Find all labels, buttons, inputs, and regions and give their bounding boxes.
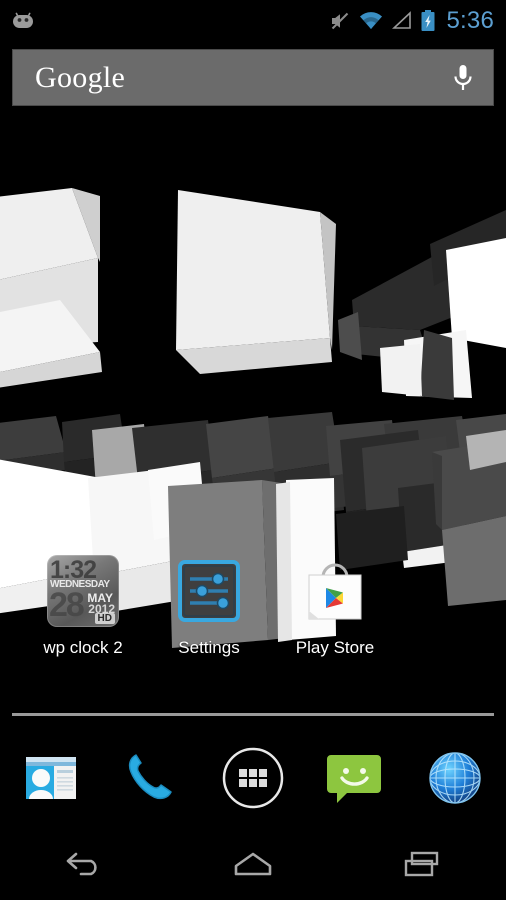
microphone-icon (454, 64, 472, 90)
dock-item-people[interactable] (0, 730, 101, 825)
dock-item-app-drawer[interactable] (202, 730, 303, 825)
navigation-bar (0, 828, 506, 900)
recent-apps-icon (404, 851, 438, 877)
wp-clock-widget-icon[interactable]: 1:32 WEDNESDAY 28 MAY 2012 HD (47, 555, 119, 627)
android-robot-icon (13, 12, 33, 28)
status-bar-system-icons[interactable]: 5:36 (329, 7, 506, 35)
dock-item-phone[interactable] (101, 730, 202, 825)
battery-charging-icon (421, 10, 435, 31)
wp-clock-hd-badge: HD (94, 613, 115, 624)
home-icon (234, 852, 272, 876)
app-label: Play Store (295, 638, 375, 657)
nav-button-recents[interactable] (337, 828, 506, 900)
status-bar-clock: 5:36 (446, 7, 494, 34)
dock-item-browser[interactable] (405, 730, 506, 825)
play-store-bag-icon[interactable] (299, 555, 371, 627)
app-icon-wp-clock-2[interactable]: 1:32 WEDNESDAY 28 MAY 2012 HD wp clock 2 (20, 555, 146, 665)
settings-sliders-icon[interactable] (173, 555, 245, 627)
android-home-screen: 5:36 Google 1:32 WEDNESDAY 28 MAY 2012 H… (0, 0, 506, 900)
home-screen-app-row: 1:32 WEDNESDAY 28 MAY 2012 HD wp clock 2 (0, 555, 506, 665)
app-icon-play-store[interactable]: Play Store (272, 555, 398, 665)
app-icon-settings[interactable]: Settings (146, 555, 272, 665)
contacts-icon (25, 756, 76, 799)
app-label: Settings (178, 638, 240, 657)
status-bar[interactable]: 5:36 (0, 0, 506, 42)
google-search-label: Google (35, 60, 126, 94)
dock-item-messaging[interactable] (304, 730, 405, 825)
wifi-icon (360, 12, 383, 29)
voice-search-button[interactable] (433, 49, 493, 106)
dock (0, 730, 506, 825)
phone-icon (128, 753, 172, 799)
back-arrow-icon (67, 852, 98, 876)
app-drawer-icon (222, 747, 284, 808)
wp-clock-day: 28 (49, 586, 85, 624)
play-store-glyph (308, 563, 362, 620)
messaging-icon (327, 754, 382, 803)
settings-glyph (178, 560, 240, 622)
status-bar-notifications[interactable] (0, 11, 329, 31)
google-search-bar[interactable]: Google (12, 49, 494, 106)
browser-globe-icon (429, 751, 482, 804)
nav-button-back[interactable] (0, 828, 169, 900)
nav-button-home[interactable] (169, 828, 338, 900)
mute-icon (332, 12, 349, 30)
app-label: wp clock 2 (43, 638, 123, 657)
signal-icon (392, 11, 412, 29)
dock-divider (12, 713, 494, 716)
